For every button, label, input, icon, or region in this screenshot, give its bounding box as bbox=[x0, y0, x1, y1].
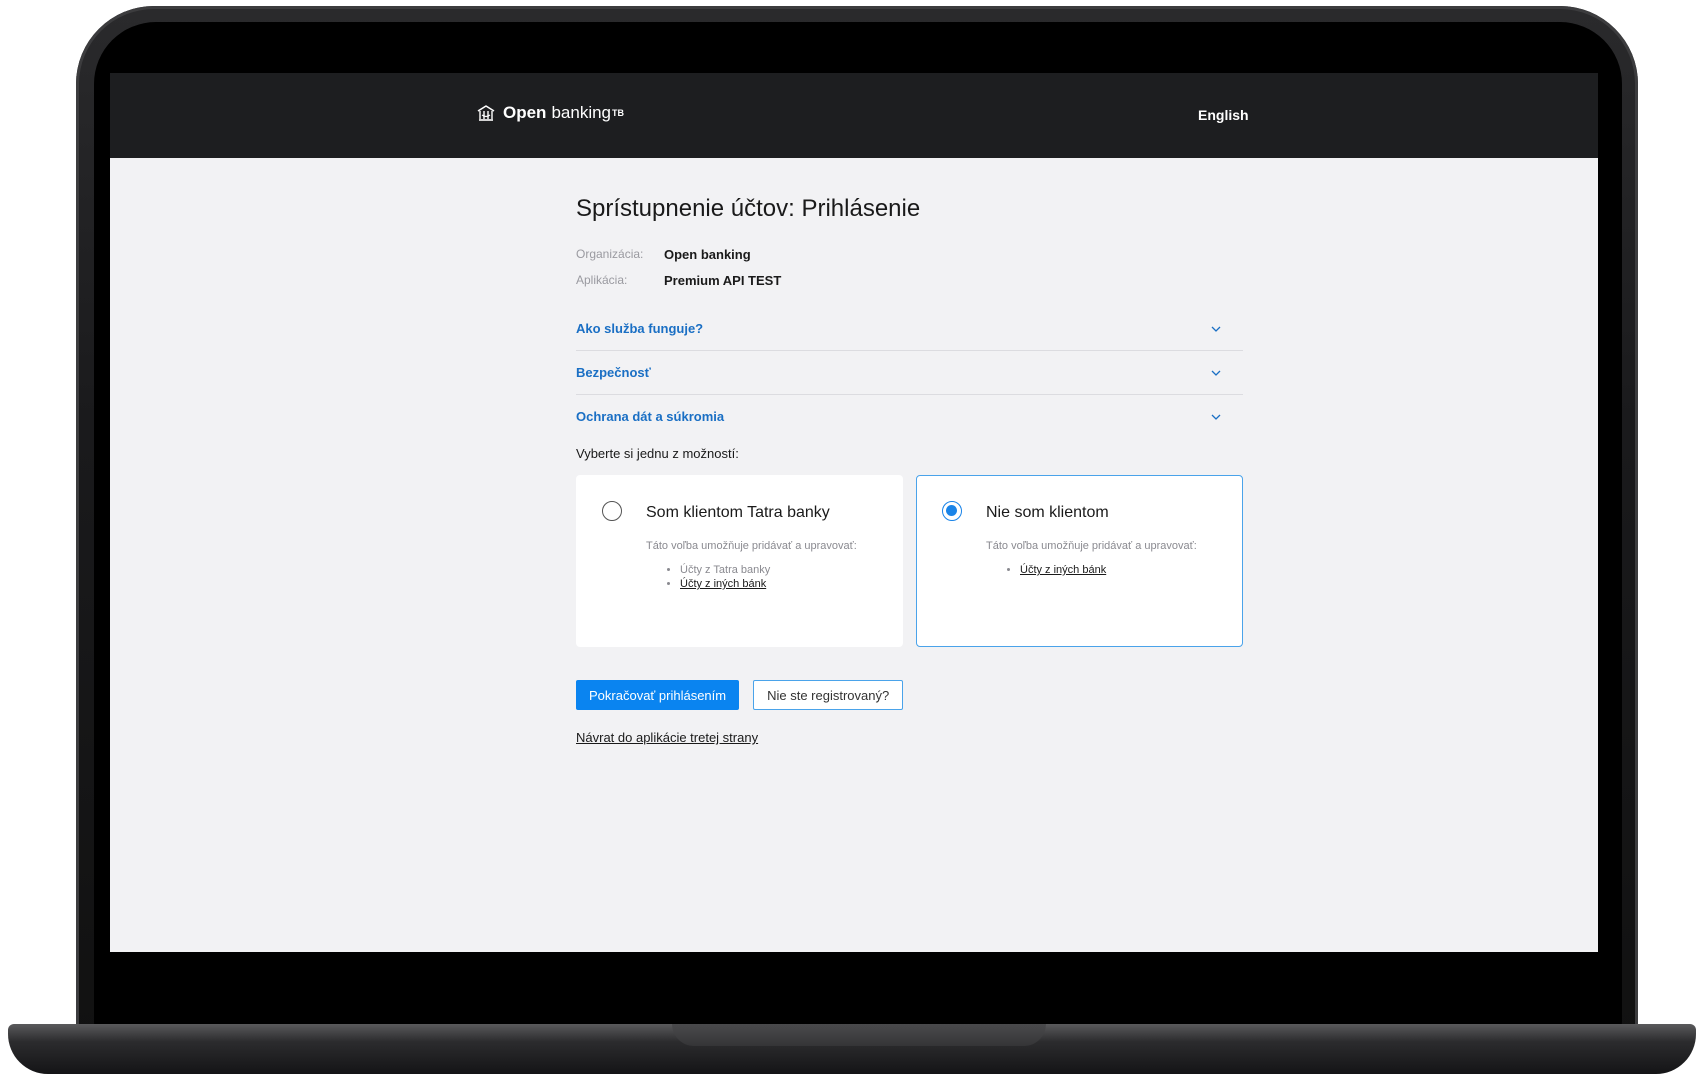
logo-superscript: TB bbox=[612, 108, 625, 118]
meta-value: Open banking bbox=[664, 246, 751, 262]
option-cards: Som klientom Tatra banky Táto voľba umož… bbox=[576, 475, 1243, 647]
bank-icon bbox=[477, 105, 495, 121]
option-title: Som klientom Tatra banky bbox=[646, 504, 830, 521]
logo-text-strong: Open bbox=[503, 103, 547, 122]
accordion-label: Ochrana dát a súkromia bbox=[576, 409, 725, 424]
option-title: Nie som klientom bbox=[986, 504, 1109, 521]
page-title: Sprístupnenie účtov: Prihlásenie bbox=[576, 195, 921, 222]
logo-text-light: banking bbox=[551, 103, 612, 122]
top-bar: Open banking TB English bbox=[110, 73, 1598, 158]
main-content: Sprístupnenie účtov: Prihlásenie Organiz… bbox=[576, 195, 1243, 747]
option-description: Táto voľba umožňuje pridávať a upravovať… bbox=[986, 540, 1197, 552]
chevron-down-icon bbox=[1211, 326, 1221, 332]
not-registered-button[interactable]: Nie ste registrovaný? bbox=[753, 680, 904, 710]
info-accordion: Ako služba funguje? Bezpečnosť Ochrana d… bbox=[576, 307, 1243, 438]
meta-value: Premium API TEST bbox=[664, 272, 782, 288]
list-item: Účty z Tatra banky bbox=[680, 563, 770, 577]
action-buttons: Pokračovať prihlásením Nie ste registrov… bbox=[576, 680, 1243, 710]
list-item: Účty z iných bánk bbox=[680, 577, 770, 591]
accordion-how-it-works[interactable]: Ako služba funguje? bbox=[576, 307, 1243, 351]
language-switch[interactable]: English bbox=[1198, 107, 1249, 123]
accordion-privacy[interactable]: Ochrana dát a súkromia bbox=[576, 395, 1243, 438]
continue-login-button[interactable]: Pokračovať prihlásením bbox=[576, 680, 740, 710]
meta-row-organization: Organizácia: Open banking bbox=[576, 241, 1243, 267]
meta-label: Aplikácia: bbox=[576, 273, 628, 287]
browser-screen: Open banking TB English Sprístupnenie úč… bbox=[110, 73, 1598, 952]
option-list: Účty z Tatra banky Účty z iných bánk bbox=[646, 563, 770, 591]
option-list: Účty z iných bánk bbox=[986, 563, 1106, 577]
chevron-down-icon bbox=[1211, 414, 1221, 420]
accordion-label: Bezpečnosť bbox=[576, 365, 651, 380]
option-description: Táto voľba umožňuje pridávať a upravovať… bbox=[646, 540, 857, 552]
other-banks-link[interactable]: Účty z iných bánk bbox=[680, 578, 766, 590]
back-to-third-party-link[interactable]: Návrat do aplikácie tretej strany bbox=[576, 730, 758, 745]
option-card-non-client[interactable]: Nie som klientom Táto voľba umožňuje pri… bbox=[916, 475, 1243, 647]
list-item: Účty z iných bánk bbox=[1020, 563, 1106, 577]
radio-client[interactable] bbox=[602, 501, 622, 521]
meta-row-application: Aplikácia: Premium API TEST bbox=[576, 267, 1243, 293]
radio-non-client[interactable] bbox=[942, 501, 962, 521]
chevron-down-icon bbox=[1211, 370, 1221, 376]
laptop-mockup: Open banking TB English Sprístupnenie úč… bbox=[0, 0, 1696, 1074]
other-banks-link[interactable]: Účty z iných bánk bbox=[1020, 564, 1106, 576]
choose-option-label: Vyberte si jednu z možností: bbox=[576, 446, 739, 461]
meta-label: Organizácia: bbox=[576, 247, 644, 261]
accordion-label: Ako služba funguje? bbox=[576, 321, 704, 336]
app-meta: Organizácia: Open banking Aplikácia: Pre… bbox=[576, 241, 1243, 293]
accordion-security[interactable]: Bezpečnosť bbox=[576, 351, 1243, 395]
laptop-notch bbox=[672, 1024, 1046, 1046]
logo[interactable]: Open banking TB bbox=[476, 103, 624, 123]
option-card-client[interactable]: Som klientom Tatra banky Táto voľba umož… bbox=[576, 475, 903, 647]
